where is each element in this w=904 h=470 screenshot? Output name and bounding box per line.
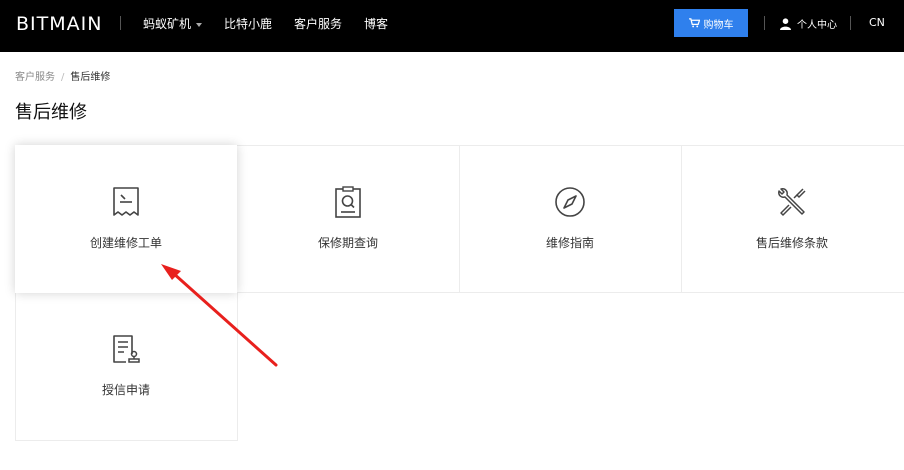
page-title: 售后维修 xyxy=(15,102,87,123)
card-label: 保修期查询 xyxy=(317,236,378,250)
card-warranty-query[interactable]: 保修期查询 xyxy=(237,145,459,293)
breadcrumb-separator: / xyxy=(61,72,65,83)
card-repair-guide[interactable]: 维修指南 xyxy=(459,145,681,293)
top-navigation-bar: BITMAIN 蚂蚁矿机 比特小鹿 客户服务 博客 购物车 个人中心 CN xyxy=(0,0,904,52)
nav-divider xyxy=(764,16,765,30)
language-selector[interactable]: CN xyxy=(869,16,885,29)
nav-divider xyxy=(120,16,121,30)
clipboard-search-icon xyxy=(335,186,361,218)
card-label: 创建维修工单 xyxy=(89,236,162,250)
breadcrumb-item-customer-service[interactable]: 客户服务 xyxy=(15,72,55,83)
cart-icon xyxy=(688,18,700,28)
user-icon xyxy=(780,17,791,30)
credit-application-icon xyxy=(113,335,140,363)
card-credit-application[interactable]: 授信申请 xyxy=(15,292,237,440)
chevron-down-icon xyxy=(196,22,203,27)
bitmain-logo[interactable]: BITMAIN xyxy=(16,13,102,35)
nav-item-label: 蚂蚁矿机 xyxy=(143,17,192,31)
receipt-icon xyxy=(113,187,139,216)
card-label: 售后维修条款 xyxy=(755,236,828,250)
nav-item-customer-service[interactable]: 客户服务 xyxy=(294,15,342,32)
cart-label: 购物车 xyxy=(703,19,734,31)
breadcrumb-item-current: 售后维修 xyxy=(70,72,111,83)
card-label: 维修指南 xyxy=(545,236,594,250)
card-label: 授信申请 xyxy=(101,383,150,397)
card-create-repair-ticket[interactable]: 创建维修工单 xyxy=(15,145,237,293)
user-center-label: 个人中心 xyxy=(797,20,837,31)
grid-divider xyxy=(237,292,238,440)
card-repair-terms[interactable]: 售后维修条款 xyxy=(681,145,903,293)
breadcrumb: 客户服务 / 售后维修 xyxy=(15,68,110,83)
tools-icon xyxy=(778,188,806,216)
nav-item-blog[interactable]: 博客 xyxy=(364,15,388,32)
user-center-link[interactable]: 个人中心 xyxy=(780,16,837,31)
compass-icon xyxy=(555,187,585,217)
grid-divider xyxy=(15,440,238,441)
cart-button[interactable]: 购物车 xyxy=(674,9,748,37)
nav-item-antminer[interactable]: 蚂蚁矿机 xyxy=(143,15,203,32)
nav-divider xyxy=(850,16,851,30)
nav-item-bitdeer[interactable]: 比特小鹿 xyxy=(224,15,272,32)
